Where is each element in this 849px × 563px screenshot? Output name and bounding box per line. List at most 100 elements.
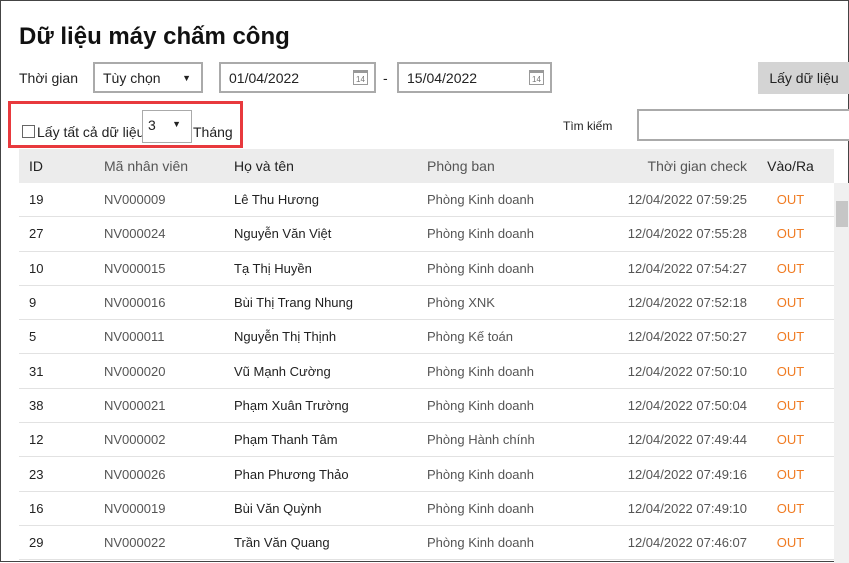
- cell-in-out: OUT: [776, 260, 805, 276]
- cell-employee-code: NV000021: [104, 397, 166, 413]
- cell-check-time: 12/04/2022 07:49:44: [627, 432, 747, 448]
- cell-in-out: OUT: [776, 192, 805, 208]
- cell-check-time: 12/04/2022 07:55:28: [627, 226, 747, 242]
- cell-employee-code: NV000024: [104, 226, 166, 242]
- header-check-time[interactable]: Thời gian check: [587, 158, 747, 174]
- cell-department: Phòng Kinh doanh: [427, 260, 534, 276]
- scrollbar-thumb[interactable]: [836, 201, 848, 227]
- all-data-label: Lấy tất cả dữ liệu: [37, 124, 145, 140]
- scrollbar[interactable]: [834, 183, 849, 563]
- cell-department: Phòng Kinh doanh: [427, 363, 534, 379]
- table-row[interactable]: 12 NV000002 Phạm Thanh Tâm Phòng Hành chính…: [19, 423, 834, 458]
- header-id[interactable]: ID: [19, 158, 104, 174]
- search-label: Tìm kiếm: [563, 119, 613, 133]
- cell-id: 16: [29, 500, 44, 516]
- from-date-value: 01/04/2022: [229, 69, 300, 86]
- table-row[interactable]: 29 NV000022 Trần Văn Quang Phòng Kinh doanh…: [19, 526, 834, 561]
- cell-check-time: 12/04/2022 07:50:10: [627, 363, 747, 379]
- cell-in-out: OUT: [776, 363, 805, 379]
- cell-employee-code: NV000022: [104, 535, 166, 551]
- cell-employee-code: NV000009: [104, 192, 166, 208]
- cell-id: 27: [29, 226, 44, 242]
- header-employee-code[interactable]: Mã nhân viên: [104, 158, 234, 174]
- to-date-input[interactable]: 15/04/2022 14: [397, 62, 552, 93]
- cell-check-time: 12/04/2022 07:50:27: [627, 329, 747, 345]
- cell-department: Phòng Hành chính: [427, 432, 535, 448]
- caret-down-icon: ▼: [182, 72, 191, 83]
- attendance-table: ID Mã nhân viên Họ và tên Phòng ban Thời…: [19, 149, 834, 561]
- cell-employee-code: NV000020: [104, 363, 166, 379]
- cell-in-out: OUT: [776, 500, 805, 516]
- cell-id: 29: [29, 535, 44, 551]
- cell-department: Phòng Kế toán: [427, 329, 514, 345]
- months-value: 3: [148, 117, 156, 133]
- cell-check-time: 12/04/2022 07:54:27: [627, 260, 747, 276]
- table-row[interactable]: 23 NV000026 Phan Phương Thảo Phòng Kinh doa…: [19, 457, 834, 492]
- header-in-out[interactable]: Vào/Ra: [747, 158, 834, 174]
- table-row[interactable]: 10 NV000015 Tạ Thị Huyền Phòng Kinh doanh 12…: [19, 252, 834, 286]
- caret-down-icon: ▼: [172, 119, 181, 129]
- cell-department: Phòng Kinh doanh: [427, 500, 534, 516]
- cell-id: 38: [29, 397, 44, 413]
- header-full-name[interactable]: Họ và tên: [234, 158, 427, 174]
- cell-full-name: Phan Phương Thảo: [234, 466, 349, 482]
- table-row[interactable]: 9 NV000016 Bùi Thị Trang Nhung Phòng XNK 12/…: [19, 286, 834, 321]
- cell-employee-code: NV000026: [104, 466, 166, 482]
- cell-id: 10: [29, 260, 44, 276]
- cell-in-out: OUT: [776, 432, 805, 448]
- cell-in-out: OUT: [776, 397, 805, 413]
- all-data-checkbox[interactable]: [22, 125, 35, 138]
- cell-employee-code: NV000015: [104, 260, 166, 276]
- cell-id: 31: [29, 363, 44, 379]
- cell-id: 23: [29, 466, 44, 482]
- cell-in-out: OUT: [776, 295, 805, 311]
- cell-in-out: OUT: [776, 535, 805, 551]
- page-title: Dữ liệu máy chấm công: [19, 23, 290, 50]
- fetch-data-button[interactable]: Lấy dữ liệu: [758, 62, 849, 94]
- cell-full-name: Phạm Thanh Tâm: [234, 432, 338, 448]
- table-row[interactable]: 5 NV000011 Nguyễn Thị Thịnh Phòng Kế toán 12…: [19, 320, 834, 355]
- cell-in-out: OUT: [776, 466, 805, 482]
- cell-employee-code: NV000002: [104, 432, 166, 448]
- to-date-value: 15/04/2022: [407, 69, 478, 86]
- cell-in-out: OUT: [776, 226, 805, 242]
- cell-full-name: Tạ Thị Huyền: [234, 260, 312, 276]
- table-header: ID Mã nhân viên Họ và tên Phòng ban Thời…: [19, 149, 834, 183]
- cell-check-time: 12/04/2022 07:46:07: [627, 535, 747, 551]
- from-date-input[interactable]: 01/04/2022 14: [219, 62, 376, 93]
- cell-employee-code: NV000016: [104, 295, 166, 311]
- cell-id: 9: [29, 295, 37, 311]
- cell-id: 12: [29, 432, 44, 448]
- cell-department: Phòng Kinh doanh: [427, 192, 534, 208]
- table-row[interactable]: 38 NV000021 Phạm Xuân Trường Phòng Kinh doa…: [19, 389, 834, 424]
- cell-check-time: 12/04/2022 07:59:25: [627, 192, 747, 208]
- cell-employee-code: NV000011: [104, 329, 165, 345]
- time-mode-value: Tùy chọn: [103, 69, 161, 86]
- table-row[interactable]: 31 NV000020 Vũ Mạnh Cường Phòng Kinh doanh 1…: [19, 354, 834, 389]
- cell-department: Phòng Kinh doanh: [427, 226, 534, 242]
- cell-check-time: 12/04/2022 07:49:16: [627, 466, 747, 482]
- cell-full-name: Phạm Xuân Trường: [234, 397, 349, 413]
- time-mode-select[interactable]: Tùy chọn ▼: [93, 62, 203, 93]
- table-row[interactable]: 27 NV000024 Nguyễn Văn Việt Phòng Kinh doan…: [19, 217, 834, 252]
- cell-full-name: Lê Thu Hương: [234, 192, 319, 208]
- cell-check-time: 12/04/2022 07:50:04: [627, 397, 747, 413]
- table-row[interactable]: 16 NV000019 Bùi Văn Quỳnh Phòng Kinh doanh 1…: [19, 492, 834, 526]
- cell-full-name: Vũ Mạnh Cường: [234, 363, 331, 379]
- cell-check-time: 12/04/2022 07:52:18: [627, 295, 747, 311]
- cell-id: 5: [29, 329, 37, 345]
- calendar-icon[interactable]: 14: [529, 70, 544, 85]
- months-unit: Tháng: [193, 124, 233, 140]
- cell-full-name: Trần Văn Quang: [234, 535, 330, 551]
- calendar-icon[interactable]: 14: [353, 70, 368, 85]
- months-select[interactable]: 3 ▼: [142, 110, 192, 143]
- cell-department: Phòng XNK: [427, 295, 495, 311]
- table-row[interactable]: 19 NV000009 Lê Thu Hương Phòng Kinh doanh 12…: [19, 183, 834, 218]
- cell-full-name: Nguyễn Văn Việt: [234, 226, 332, 242]
- cell-id: 19: [29, 192, 44, 208]
- cell-department: Phòng Kinh doanh: [427, 397, 534, 413]
- cell-department: Phòng Kinh doanh: [427, 535, 534, 551]
- search-input[interactable]: [637, 109, 849, 141]
- cell-full-name: Nguyễn Thị Thịnh: [234, 329, 337, 345]
- header-department[interactable]: Phòng ban: [427, 158, 587, 174]
